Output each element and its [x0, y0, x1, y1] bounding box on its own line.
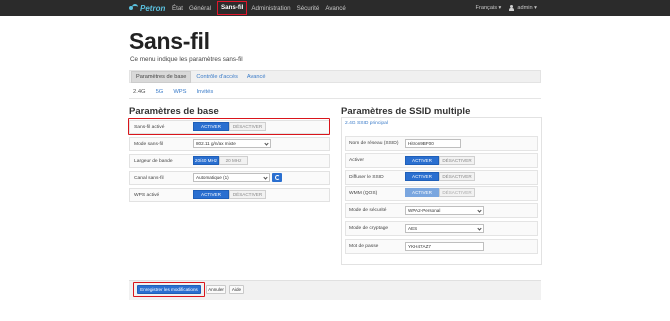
user-icon [509, 5, 515, 11]
tab-access-control[interactable]: Contrôle d'accès [192, 72, 242, 82]
bandwidth-20-40-button[interactable]: 20/40 MHz [193, 156, 219, 165]
tab-basic-settings[interactable]: Paramètres de base [131, 70, 192, 83]
nav-item-etat[interactable]: État [172, 5, 183, 12]
encryption-mode-value: AES [408, 226, 418, 231]
highlight-wifi-enabled [128, 118, 330, 135]
ssid-activate-on-button[interactable]: ACTIVER [405, 156, 439, 165]
nav-item-sans-fil[interactable]: Sans-fil [217, 1, 248, 15]
tab-wps[interactable]: WPS [169, 88, 190, 96]
ssid-broadcast-toggle: ACTIVER DÉSACTIVER [405, 172, 475, 181]
ssid-settings-heading: Paramètres de SSID multiple [341, 106, 471, 117]
basic-settings-heading: Paramètres de base [129, 106, 219, 117]
chevron-down-icon [477, 226, 482, 231]
channel-label: Canal sans-fil [134, 176, 164, 181]
tab-2-4g[interactable]: 2.4G [129, 88, 150, 96]
wireless-mode-select[interactable]: 802.11 g/n/ax mixte [193, 139, 271, 148]
nav-item-avance[interactable]: Avancé [325, 5, 346, 12]
language-selector[interactable]: Français [476, 5, 497, 11]
tab-advanced[interactable]: Avancé [243, 72, 270, 82]
chevron-down-icon [477, 208, 482, 213]
chevron-down-icon: ▾ [497, 5, 502, 11]
ssid-name-input[interactable]: Hitron9BF00 [405, 139, 461, 148]
top-right-menu: Français ▾ admin ▾ [476, 0, 537, 16]
wmm-on-button: ACTIVER [405, 188, 439, 197]
chevron-down-icon [263, 175, 268, 180]
wps-disable-button[interactable]: DÉSACTIVER [229, 190, 266, 199]
security-mode-value: WPA2-Personal [408, 208, 441, 213]
nav-item-securite[interactable]: Sécurité [297, 5, 320, 12]
top-nav-bar: Petron État Général Sans-fil Administrat… [0, 0, 670, 16]
channel-value: Automatique (1) [196, 175, 229, 180]
wmm-toggle: ACTIVER DÉSACTIVER [405, 188, 475, 197]
nav-item-administration[interactable]: Administration [251, 5, 290, 12]
page-title: Sans-fil [129, 28, 210, 54]
ssid-activate-toggle: ACTIVER DÉSACTIVER [405, 156, 475, 165]
band-tabs: 2.4G 5G WPS Invités [129, 87, 219, 97]
ssid-activate-label: Activer [349, 158, 364, 163]
ssid-name-label: Nom de réseau (SSID) [349, 141, 399, 146]
security-mode-label: Mode de sécurité [349, 208, 387, 213]
ssid-broadcast-on-button[interactable]: ACTIVER [405, 172, 439, 181]
chevron-down-icon [264, 141, 269, 146]
password-label: Mot de passe [349, 244, 379, 249]
cancel-button[interactable]: Annuler [206, 285, 226, 294]
page-subtitle: Ce menu indique les paramètres sans-fil [130, 56, 243, 63]
logo-text: Petron [140, 3, 166, 13]
encryption-mode-label: Mode de cryptage [349, 226, 389, 231]
refresh-icon [274, 175, 280, 180]
logo-icon [129, 4, 138, 12]
help-button[interactable]: Aide [229, 285, 244, 294]
chevron-down-icon: ▾ [532, 5, 537, 11]
brand-logo[interactable]: Petron [129, 3, 165, 13]
channel-select[interactable]: Automatique (1) [193, 173, 270, 182]
bandwidth-20-button[interactable]: 20 MHz [219, 156, 248, 165]
wireless-mode-value: 802.11 g/n/ax mixte [196, 141, 236, 146]
user-menu[interactable]: admin [517, 5, 532, 11]
tab-5g[interactable]: 5G [152, 88, 168, 96]
wmm-off-button: DÉSACTIVER [439, 188, 475, 197]
ssid-activate-off-button[interactable]: DÉSACTIVER [439, 156, 475, 165]
divider [129, 98, 541, 99]
nav-item-general[interactable]: Général [189, 5, 211, 12]
wmm-label: WMM (QOS) [349, 191, 378, 196]
wps-label: WPS activé [134, 193, 160, 198]
refresh-channel-button[interactable] [272, 173, 282, 182]
bandwidth-toggle: 20/40 MHz 20 MHz [193, 156, 248, 165]
password-input[interactable]: YKH47AZ7 [405, 242, 484, 251]
bandwidth-label: Largeur de bande [134, 159, 173, 164]
settings-tabs: Paramètres de base Contrôle d'accès Avan… [129, 70, 541, 83]
main-nav: État Général Sans-fil Administration Séc… [172, 0, 352, 16]
highlight-save-button [133, 282, 205, 297]
encryption-mode-select[interactable]: AES [405, 224, 484, 233]
ssid-broadcast-off-button[interactable]: DÉSACTIVER [439, 172, 475, 181]
ssid-broadcast-label: Diffuser le SSID [349, 175, 384, 180]
ssid-main-tab[interactable]: 2.4G SSID principal [345, 121, 388, 126]
tab-guests[interactable]: Invités [193, 88, 218, 96]
wps-enable-button[interactable]: ACTIVER [193, 190, 229, 199]
security-mode-select[interactable]: WPA2-Personal [405, 206, 484, 215]
wps-toggle: ACTIVER DÉSACTIVER [193, 190, 266, 199]
wireless-mode-label: Mode sans-fil [134, 142, 164, 147]
